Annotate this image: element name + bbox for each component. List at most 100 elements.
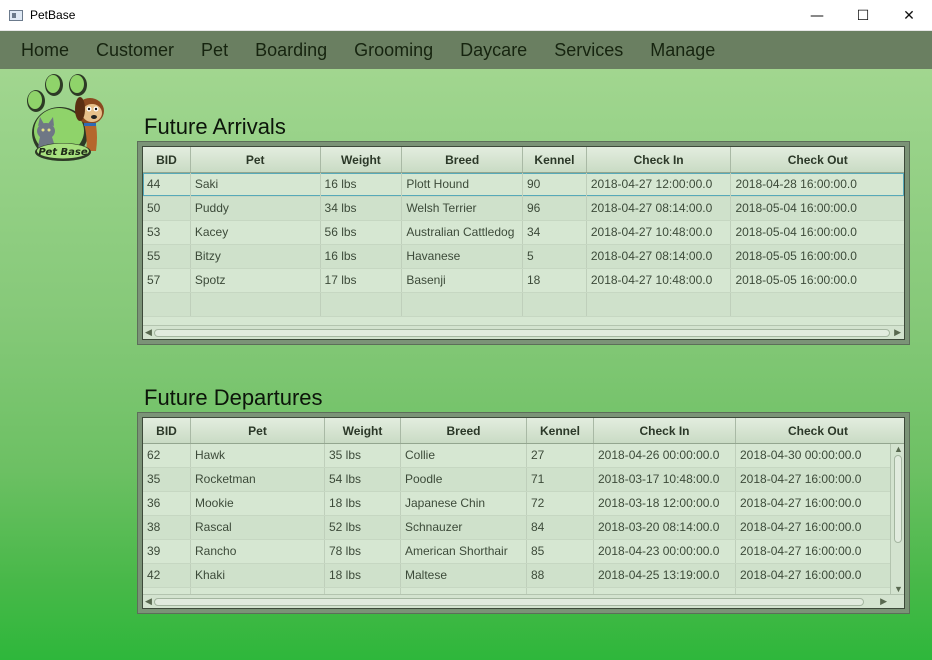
close-button[interactable]: ✕ [886,0,932,31]
empty-cell [191,293,321,316]
departures-horizontal-scrollbar[interactable]: ◀ ▶ [143,594,904,608]
cell-weight: 34 lbs [321,197,403,220]
cell-kennel: 88 [527,564,594,587]
cell-check-in: 2018-03-17 10:48:00.0 [594,468,736,491]
departures-table-body: 62 Hawk 35 lbs Collie 27 2018-04-26 00:0… [143,444,904,608]
minimize-button[interactable]: — [794,0,840,31]
cell-breed: Basenji [402,269,523,292]
window-controls: — ☐ ✕ [794,0,932,31]
cell-weight: 18 lbs [325,492,401,515]
cell-kennel: 84 [527,516,594,539]
table-row[interactable]: 38 Rascal 52 lbs Schnauzer 84 2018-03-20… [143,516,904,540]
column-header-pet[interactable]: Pet [191,147,321,172]
cell-kennel: 18 [523,269,587,292]
empty-cell [523,293,587,316]
column-header-check-in[interactable]: Check In [594,418,736,443]
cell-weight: 78 lbs [325,540,401,563]
cell-kennel: 34 [523,221,587,244]
scrollbar-thumb[interactable] [894,455,902,543]
table-row[interactable]: 55 Bitzy 16 lbs Havanese 5 2018-04-27 08… [143,245,904,269]
column-header-check-out[interactable]: Check Out [731,147,904,172]
column-header-check-in[interactable]: Check In [587,147,732,172]
cell-kennel: 90 [523,173,587,196]
column-header-kennel[interactable]: Kennel [523,147,587,172]
cell-check-in: 2018-04-27 12:00:00.0 [587,173,732,196]
table-row[interactable]: 44 Saki 16 lbs Plott Hound 90 2018-04-27… [143,173,904,197]
table-row[interactable]: 62 Hawk 35 lbs Collie 27 2018-04-26 00:0… [143,444,904,468]
cell-breed: Maltese [401,564,527,587]
column-header-weight[interactable]: Weight [325,418,401,443]
column-header-check-out[interactable]: Check Out [736,418,900,443]
scroll-left-icon[interactable]: ◀ [145,327,152,338]
menu-item-services[interactable]: Services [542,31,635,69]
departures-table[interactable]: BID Pet Weight Breed Kennel Check In Che… [142,417,905,609]
app-window-icon [9,9,23,21]
cell-bid: 44 [143,173,191,196]
cell-check-out: 2018-04-27 16:00:00.0 [740,568,862,582]
column-header-weight[interactable]: Weight [321,147,403,172]
scroll-up-icon[interactable]: ▲ [894,444,903,454]
table-row[interactable]: 39 Rancho 78 lbs American Shorthair 85 2… [143,540,904,564]
column-header-bid[interactable]: BID [143,147,191,172]
scroll-down-icon[interactable]: ▼ [894,584,903,594]
cell-bid: 57 [143,269,191,292]
cell-pet: Khaki [191,564,325,587]
cell-weight: 16 lbs [321,245,403,268]
departures-table-header: BID Pet Weight Breed Kennel Check In Che… [143,418,904,444]
empty-cell [143,293,191,316]
cell-pet: Kacey [191,221,321,244]
cell-breed: Welsh Terrier [402,197,523,220]
scroll-left-icon[interactable]: ◀ [145,596,152,607]
table-row[interactable]: 42 Khaki 18 lbs Maltese 88 2018-04-25 13… [143,564,904,588]
cell-kennel: 5 [523,245,587,268]
cell-pet: Saki [191,173,321,196]
cell-check-in: 2018-03-20 08:14:00.0 [594,516,736,539]
menu-item-grooming[interactable]: Grooming [342,31,445,69]
menu-item-pet[interactable]: Pet [189,31,240,69]
scrollbar-thumb[interactable] [154,598,864,606]
cell-pet: Puddy [191,197,321,220]
logo-text: Pet Base [38,147,87,158]
empty-cell [587,293,732,316]
table-row[interactable]: 53 Kacey 56 lbs Australian Cattledog 34 … [143,221,904,245]
cell-bid: 35 [143,468,191,491]
table-row[interactable]: 35 Rocketman 54 lbs Poodle 71 2018-03-17… [143,468,904,492]
cell-pet: Rascal [191,516,325,539]
table-row[interactable]: 57 Spotz 17 lbs Basenji 18 2018-04-27 10… [143,269,904,293]
column-header-kennel[interactable]: Kennel [527,418,594,443]
cell-breed: Schnauzer [401,516,527,539]
scrollbar-thumb[interactable] [154,329,890,337]
cell-bid: 53 [143,221,191,244]
cell-check-out: 2018-05-04 16:00:00.0 [735,201,857,215]
menu-item-home[interactable]: Home [9,31,81,69]
scroll-right-icon[interactable]: ▶ [880,596,887,607]
arrivals-horizontal-scrollbar[interactable]: ◀ ▶ [143,325,904,339]
table-row[interactable]: 50 Puddy 34 lbs Welsh Terrier 96 2018-04… [143,197,904,221]
departures-table-frame: BID Pet Weight Breed Kennel Check In Che… [137,412,910,614]
cell-check-in: 2018-04-27 08:14:00.0 [587,197,732,220]
cell-check-in: 2018-04-27 10:48:00.0 [587,221,732,244]
cell-breed: American Shorthair [401,540,527,563]
cell-pet: Rocketman [191,468,325,491]
menu-item-daycare[interactable]: Daycare [448,31,539,69]
cell-breed: Poodle [401,468,527,491]
column-header-breed[interactable]: Breed [401,418,527,443]
cell-check-out: 2018-04-27 16:00:00.0 [740,520,862,534]
cell-breed: Collie [401,444,527,467]
menu-item-manage[interactable]: Manage [638,31,727,69]
column-header-breed[interactable]: Breed [402,147,523,172]
departures-vertical-scrollbar[interactable]: ▲ ▼ [890,444,904,594]
column-header-bid[interactable]: BID [143,418,191,443]
empty-cell [321,293,403,316]
maximize-button[interactable]: ☐ [840,0,886,31]
scroll-right-icon[interactable]: ▶ [894,327,901,338]
arrivals-table[interactable]: BID Pet Weight Breed Kennel Check In Che… [142,146,905,340]
cell-breed: Havanese [402,245,523,268]
arrivals-table-frame: BID Pet Weight Breed Kennel Check In Che… [137,141,910,345]
column-header-pet[interactable]: Pet [191,418,325,443]
table-row[interactable]: 36 Mookie 18 lbs Japanese Chin 72 2018-0… [143,492,904,516]
cell-check-out: 2018-04-27 16:00:00.0 [740,496,862,510]
menu-item-customer[interactable]: Customer [84,31,186,69]
menu-item-boarding[interactable]: Boarding [243,31,339,69]
cell-bid: 55 [143,245,191,268]
